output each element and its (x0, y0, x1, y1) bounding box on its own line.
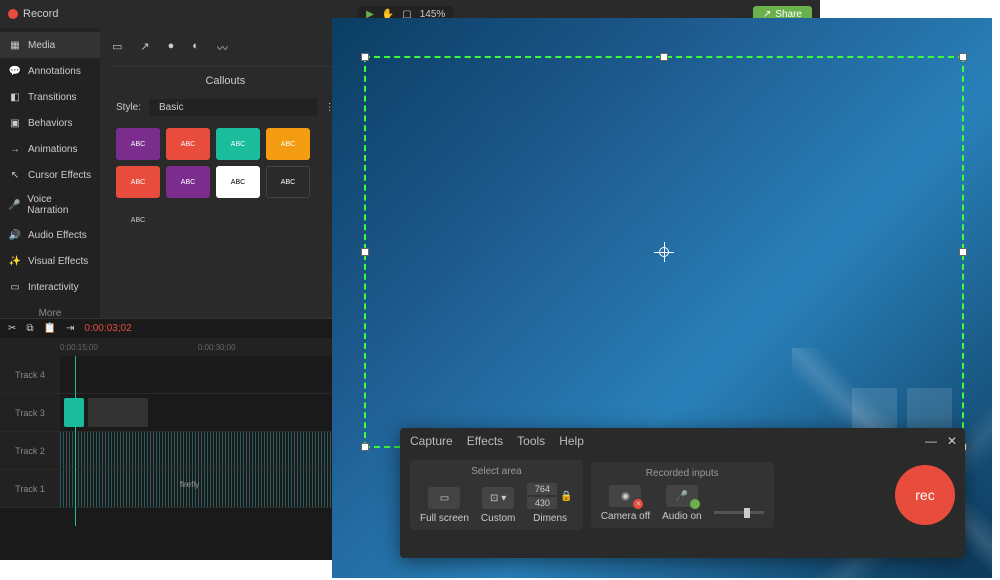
paste-icon[interactable]: 📋 (44, 323, 56, 334)
sidebar-item-voice[interactable]: 🎤Voice Narration (0, 188, 100, 222)
tab-arrow-icon[interactable]: ↗ (140, 40, 149, 56)
sidebar-item-audio[interactable]: 🔊Audio Effects (0, 222, 100, 248)
group-title: Recorded inputs (601, 468, 764, 479)
fullscreen-button[interactable]: ▭ Full screen (420, 487, 469, 524)
sidebar-item-annotations[interactable]: 💬Annotations (0, 58, 100, 84)
clip-label: firefly (180, 480, 199, 489)
sidebar: ▦Media 💬Annotations ◧Transitions ▣Behavi… (0, 28, 100, 318)
track-label[interactable]: Track 1 (0, 470, 60, 507)
resize-handle[interactable] (660, 53, 668, 61)
cut-icon[interactable]: ✂ (8, 323, 16, 334)
visual-icon: ✨ (8, 254, 22, 268)
time-display: 0:00:03;02 (84, 323, 131, 334)
callout-item[interactable]: ABC (266, 128, 310, 160)
split-icon[interactable]: ⇥ (66, 323, 74, 334)
waveform[interactable] (60, 470, 360, 507)
record-icon (8, 9, 18, 19)
fullscreen-icon: ▭ (428, 487, 460, 509)
sidebar-item-transitions[interactable]: ◧Transitions (0, 84, 100, 110)
playhead[interactable] (75, 356, 76, 526)
panel-tabs: ▭ ↗ ● ◐ 〰 (108, 36, 343, 67)
sidebar-item-animations[interactable]: →Animations (0, 136, 100, 162)
tab-callout-icon[interactable]: ▭ (112, 40, 122, 56)
callout-item[interactable]: ABC (166, 166, 210, 198)
mic-icon: 🎤 (666, 485, 698, 507)
callout-item[interactable]: ABC (116, 166, 160, 198)
clip[interactable] (88, 398, 148, 428)
camera-icon: ◉✕ (609, 485, 641, 507)
sidebar-item-behaviors[interactable]: ▣Behaviors (0, 110, 100, 136)
track-label[interactable]: Track 3 (0, 394, 60, 431)
sidebar-item-cursor[interactable]: ↖Cursor Effects (0, 162, 100, 188)
callout-item[interactable]: ABC (266, 166, 310, 198)
voice-icon: 🎤 (8, 198, 21, 212)
transitions-icon: ◧ (8, 90, 22, 104)
resize-handle[interactable] (959, 248, 967, 256)
audio-button[interactable]: 🎤 Audio on (662, 485, 701, 522)
menu-help[interactable]: Help (559, 434, 584, 448)
select-area-group: Select area ▭ Full screen ⊡ ▾ Custom 764 (410, 460, 583, 530)
tab-motion-icon[interactable]: 〰 (217, 40, 228, 56)
close-icon[interactable]: ✕ (947, 434, 957, 448)
resize-handle[interactable] (959, 53, 967, 61)
tab-blur-icon[interactable]: ◐ (192, 40, 199, 56)
menu-tools[interactable]: Tools (517, 434, 545, 448)
style-label: Style: (116, 102, 141, 113)
clip[interactable] (64, 398, 84, 428)
resize-handle[interactable] (361, 248, 369, 256)
recorder-body: Select area ▭ Full screen ⊡ ▾ Custom 764 (400, 454, 965, 536)
copy-icon[interactable]: ⧉ (26, 323, 33, 334)
audio-level (714, 503, 764, 522)
recorder-window: Capture Effects Tools Help — ✕ Select ar… (400, 428, 965, 558)
annotations-icon: 💬 (8, 64, 22, 78)
interactivity-icon: ▭ (8, 280, 22, 294)
panel-title: Callouts (108, 67, 343, 95)
selection-area[interactable] (364, 56, 964, 448)
width-input[interactable]: 764 (527, 483, 557, 495)
callout-item[interactable]: ABC (216, 128, 260, 160)
menu-effects[interactable]: Effects (467, 434, 503, 448)
recorder-menu: Capture Effects Tools Help (400, 428, 965, 454)
recorded-inputs-group: Recorded inputs ◉✕ Camera off 🎤 Audio on (591, 462, 774, 528)
tab-shape-icon[interactable]: ● (168, 40, 175, 56)
style-select[interactable]: Basic (149, 99, 317, 116)
resize-handle[interactable] (361, 53, 369, 61)
custom-icon: ⊡ ▾ (482, 487, 514, 509)
minimize-icon[interactable]: — (925, 434, 937, 448)
callout-item[interactable]: ABC (116, 128, 160, 160)
style-row: Style: Basic ⋮ (108, 95, 343, 120)
camera-button[interactable]: ◉✕ Camera off (601, 485, 650, 522)
record-label: Record (23, 8, 58, 20)
record-button[interactable]: Record (8, 8, 58, 20)
resize-handle[interactable] (361, 443, 369, 451)
behaviors-icon: ▣ (8, 116, 22, 130)
lock-icon[interactable]: 🔒 (560, 491, 572, 502)
rec-button[interactable]: rec (895, 465, 955, 525)
menu-capture[interactable]: Capture (410, 434, 453, 448)
track-label[interactable]: Track 2 (0, 432, 60, 469)
callout-item[interactable]: ABC (216, 166, 260, 198)
callout-item[interactable]: ABC (166, 128, 210, 160)
custom-button[interactable]: ⊡ ▾ Custom (481, 487, 515, 524)
media-icon: ▦ (8, 38, 22, 52)
properties-panel: ▭ ↗ ● ◐ 〰 Callouts Style: Basic ⋮ ABC AB… (100, 28, 351, 318)
callouts-grid: ABC ABC ABC ABC ABC ABC ABC ABC ABC (108, 120, 343, 244)
callout-item[interactable]: ABC (116, 204, 160, 236)
audio-icon: 🔊 (8, 228, 22, 242)
waveform[interactable] (60, 432, 360, 469)
group-title: Select area (420, 466, 573, 477)
sidebar-item-media[interactable]: ▦Media (0, 32, 100, 58)
animations-icon: → (8, 142, 22, 156)
crosshair-icon[interactable] (654, 242, 674, 262)
desktop-capture-area: Capture Effects Tools Help — ✕ Select ar… (332, 18, 992, 578)
sidebar-item-interactivity[interactable]: ▭Interactivity (0, 274, 100, 300)
dimensions-control: 764 430 🔒 Dimens (527, 483, 572, 524)
sidebar-item-visual[interactable]: ✨Visual Effects (0, 248, 100, 274)
cursor-icon: ↖ (8, 168, 22, 182)
height-input[interactable]: 430 (527, 497, 557, 509)
audio-slider[interactable] (714, 511, 764, 514)
track-label[interactable]: Track 4 (0, 356, 60, 393)
window-controls: — ✕ (925, 434, 957, 448)
